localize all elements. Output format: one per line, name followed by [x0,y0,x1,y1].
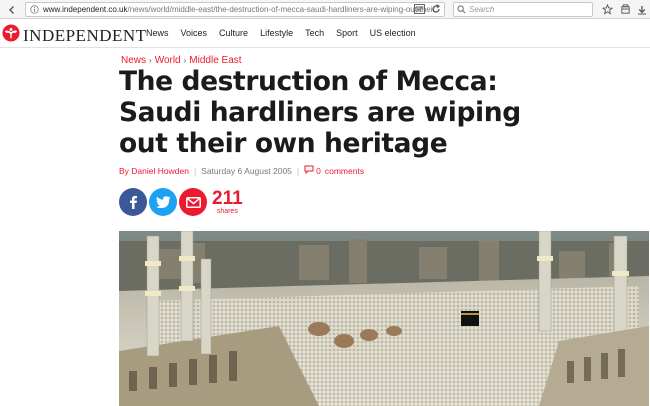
facebook-icon [130,195,137,209]
logo-text: INDEPENDENT [23,25,147,45]
share-count-label: shares [216,208,238,215]
publish-date: Saturday 6 August 2005 [201,165,292,176]
url-path: /news/world/middle-east/the-destruction-… [127,5,436,14]
site-info-icon[interactable] [28,4,40,16]
site-header: INDEPENDENT News Voices Culture Lifestyl… [0,20,650,48]
email-share-button[interactable] [179,188,207,216]
meta-divider: | [296,165,300,176]
facebook-share-button[interactable] [119,188,147,216]
comment-icon [304,165,314,176]
email-icon [185,196,201,208]
breadcrumb: News › World › Middle East [121,55,242,66]
comments-count: 0 [316,165,321,176]
article-headline: The destruction of Mecca: Saudi hardline… [119,66,521,159]
nav-item-culture[interactable]: Culture [219,28,248,38]
mecca-photo [119,231,649,406]
article-hero-image [119,231,649,406]
address-bar[interactable]: www.independent.co.uk/news/world/middle-… [25,2,445,17]
breadcrumb-world[interactable]: World [155,55,181,66]
main-nav: News Voices Culture Lifestyle Tech Sport… [146,28,416,38]
breadcrumb-news[interactable]: News [121,55,146,66]
eagle-logo-icon [2,24,20,47]
share-count: 211 shares [212,189,243,215]
meta-divider: | [193,165,197,176]
nav-item-news[interactable]: News [146,28,169,38]
download-icon[interactable] [634,2,649,17]
nav-item-tech[interactable]: Tech [305,28,324,38]
comments-link[interactable]: 0 comments [304,165,364,176]
share-bar: 211 shares [119,188,243,216]
nav-item-voices[interactable]: Voices [181,28,208,38]
browser-toolbar: www.independent.co.uk/news/world/middle-… [0,0,650,19]
twitter-share-button[interactable] [149,188,177,216]
back-icon[interactable] [4,2,19,17]
reload-icon[interactable] [431,4,441,16]
comments-label: comments [324,165,365,176]
nav-item-lifestyle[interactable]: Lifestyle [260,28,293,38]
article-meta: By Daniel Howden | Saturday 6 August 200… [119,165,364,176]
search-icon [457,5,466,14]
nav-item-sport[interactable]: Sport [336,28,358,38]
reader-view-icon[interactable] [414,4,425,16]
chevron-right-icon: › [149,56,152,65]
nav-item-us-election[interactable]: US election [370,28,416,38]
search-placeholder: Search [469,5,495,14]
search-input[interactable]: Search [453,2,593,17]
bookmark-star-icon[interactable] [600,2,615,17]
breadcrumb-middle-east[interactable]: Middle East [189,55,241,66]
url-host: www.independent.co.uk [43,5,128,14]
site-logo[interactable]: INDEPENDENT [2,24,147,47]
twitter-icon [155,196,170,208]
author-link[interactable]: By Daniel Howden [119,166,189,176]
share-count-number: 211 [212,188,243,209]
chevron-right-icon: › [183,56,187,65]
library-icon[interactable] [618,2,633,17]
